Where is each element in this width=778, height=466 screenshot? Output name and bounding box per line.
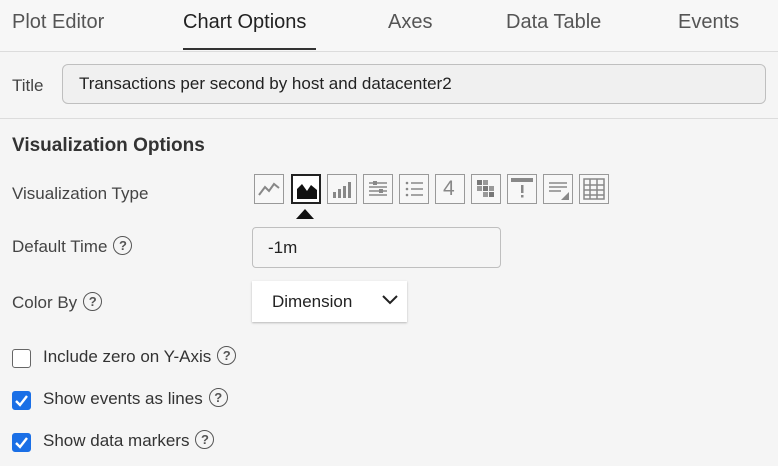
help-icon[interactable]: ? [113, 236, 133, 256]
help-icon[interactable]: ? [83, 292, 103, 312]
title-label: Title [12, 76, 44, 95]
tab-axes[interactable]: Axes [388, 11, 432, 34]
table-icon[interactable] [579, 174, 609, 204]
tab-plot-editor[interactable]: Plot Editor [12, 11, 104, 34]
tab-bar: Plot Editor Chart Options Axes Data Tabl… [0, 0, 778, 52]
default-time-input[interactable]: -1m [252, 227, 501, 268]
show-markers-label: Show data markers? [43, 430, 215, 451]
event-feed-icon[interactable] [507, 174, 537, 204]
tab-chart-options[interactable]: Chart Options [183, 11, 306, 34]
color-by-value: Dimension [272, 292, 353, 311]
title-input[interactable]: Transactions per second by host and data… [62, 64, 766, 104]
checkmark-icon [15, 395, 28, 407]
chevron-down-icon [382, 295, 398, 305]
show-events-checkbox[interactable] [12, 391, 31, 410]
help-icon[interactable]: ? [208, 388, 228, 408]
include-zero-label-text: Include zero on Y-Axis [43, 347, 212, 366]
area-chart-icon[interactable] [291, 174, 321, 204]
single-value-text: 4 [443, 177, 455, 200]
single-value-icon[interactable]: 4 [435, 174, 465, 204]
tab-events[interactable]: Events [678, 11, 739, 34]
color-by-label-text: Color By [12, 293, 78, 312]
section-title-visualization-options: Visualization Options [12, 135, 205, 156]
column-chart-icon[interactable] [327, 174, 357, 204]
title-row: Title Transactions per second by host an… [0, 52, 778, 119]
list-icon[interactable] [399, 174, 429, 204]
selected-type-caret-icon [296, 209, 314, 219]
active-tab-indicator [183, 48, 316, 50]
show-events-label: Show events as lines? [43, 388, 228, 409]
text-note-icon[interactable] [543, 174, 573, 204]
color-by-select[interactable]: Dimension [252, 281, 407, 322]
checkmark-icon [15, 437, 28, 449]
show-events-label-text: Show events as lines [43, 389, 203, 408]
include-zero-label: Include zero on Y-Axis? [43, 346, 237, 367]
default-time-label-text: Default Time [12, 237, 108, 256]
help-icon[interactable]: ? [217, 346, 237, 366]
show-markers-label-text: Show data markers [43, 431, 190, 450]
color-by-label: Color By? [12, 292, 103, 313]
heatmap-icon[interactable] [471, 174, 501, 204]
histogram-icon[interactable] [363, 174, 393, 204]
line-chart-icon[interactable] [254, 174, 284, 204]
tab-data-table[interactable]: Data Table [506, 11, 601, 34]
help-icon[interactable]: ? [195, 430, 215, 450]
include-zero-checkbox[interactable] [12, 349, 31, 368]
default-time-label: Default Time? [12, 236, 133, 257]
show-markers-checkbox[interactable] [12, 433, 31, 452]
visualization-type-label: Visualization Type [12, 184, 149, 203]
